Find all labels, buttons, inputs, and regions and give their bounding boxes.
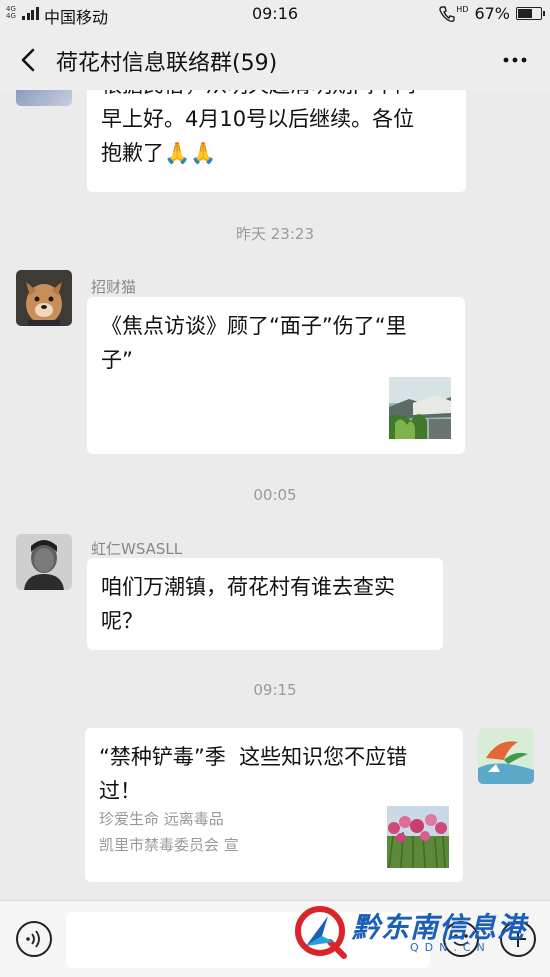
site-watermark: 黔东南信息港 QDN.CN	[292, 902, 550, 962]
sender-name: 招财猫	[91, 278, 137, 296]
voice-icon[interactable]	[16, 921, 52, 957]
watermark-text: 黔东南信息港	[352, 911, 527, 944]
avatar[interactable]	[16, 534, 72, 590]
message-text: 咱们万潮镇，荷花村有谁去查实 呢？	[101, 575, 395, 633]
link-title: “禁种铲毒”季 这些知识您不应错 过！	[99, 745, 408, 803]
phone-hd-icon: HD	[438, 5, 468, 23]
timestamp: 昨天 23:23	[236, 225, 314, 243]
timestamp: 09:15	[253, 681, 297, 699]
timestamp: 00:05	[253, 486, 297, 504]
link-title: 《焦点访谈》顾了“面子”伤了“里 子”	[101, 314, 407, 372]
chat-title: 荷花村信息联络群(59)	[56, 51, 278, 76]
site-logo-icon	[295, 906, 347, 959]
battery-icon	[516, 7, 545, 20]
link-card[interactable]: 《焦点访谈》顾了“面子”伤了“里 子”	[87, 297, 465, 454]
hd-label: HD	[456, 5, 469, 14]
sender-name: 虹仁WSASLL	[91, 540, 183, 558]
message-text: 根据民俗，从明天起清明期间不问 早上好。4月10号以后继续。各位 抱歉了🙏🙏	[101, 90, 416, 165]
status-bar: 4G 4G 中国移动 09:16 HD 67%	[0, 0, 550, 30]
watermark-url: QDN.CN	[410, 941, 491, 954]
chevron-left-icon[interactable]	[18, 48, 40, 72]
chat-header: 荷花村信息联络群(59)	[0, 30, 550, 90]
avatar[interactable]	[478, 728, 534, 784]
message-bubble[interactable]: 根据民俗，从明天起清明期间不问 早上好。4月10号以后继续。各位 抱歉了🙏🙏	[87, 90, 466, 192]
avatar[interactable]	[16, 270, 72, 326]
link-description-line2: 凯里市禁毒委员会 宣	[99, 836, 239, 854]
message-bubble[interactable]: 咱们万潮镇，荷花村有谁去查实 呢？	[87, 558, 443, 650]
battery-fill	[518, 9, 532, 18]
avatar[interactable]	[16, 90, 72, 106]
battery-percent: 67%	[474, 4, 510, 23]
link-description-line1: 珍爱生命 远离毒品	[99, 810, 224, 828]
message-list[interactable]: 根据民俗，从明天起清明期间不问 早上好。4月10号以后继续。各位 抱歉了🙏🙏 昨…	[0, 90, 550, 900]
link-thumbnail	[389, 377, 451, 439]
link-thumbnail	[387, 806, 449, 868]
link-card[interactable]: “禁种铲毒”季 这些知识您不应错 过！ 珍爱生命 远离毒品 凯里市禁毒委员会 宣	[85, 728, 463, 882]
more-dots-icon[interactable]	[502, 50, 528, 70]
